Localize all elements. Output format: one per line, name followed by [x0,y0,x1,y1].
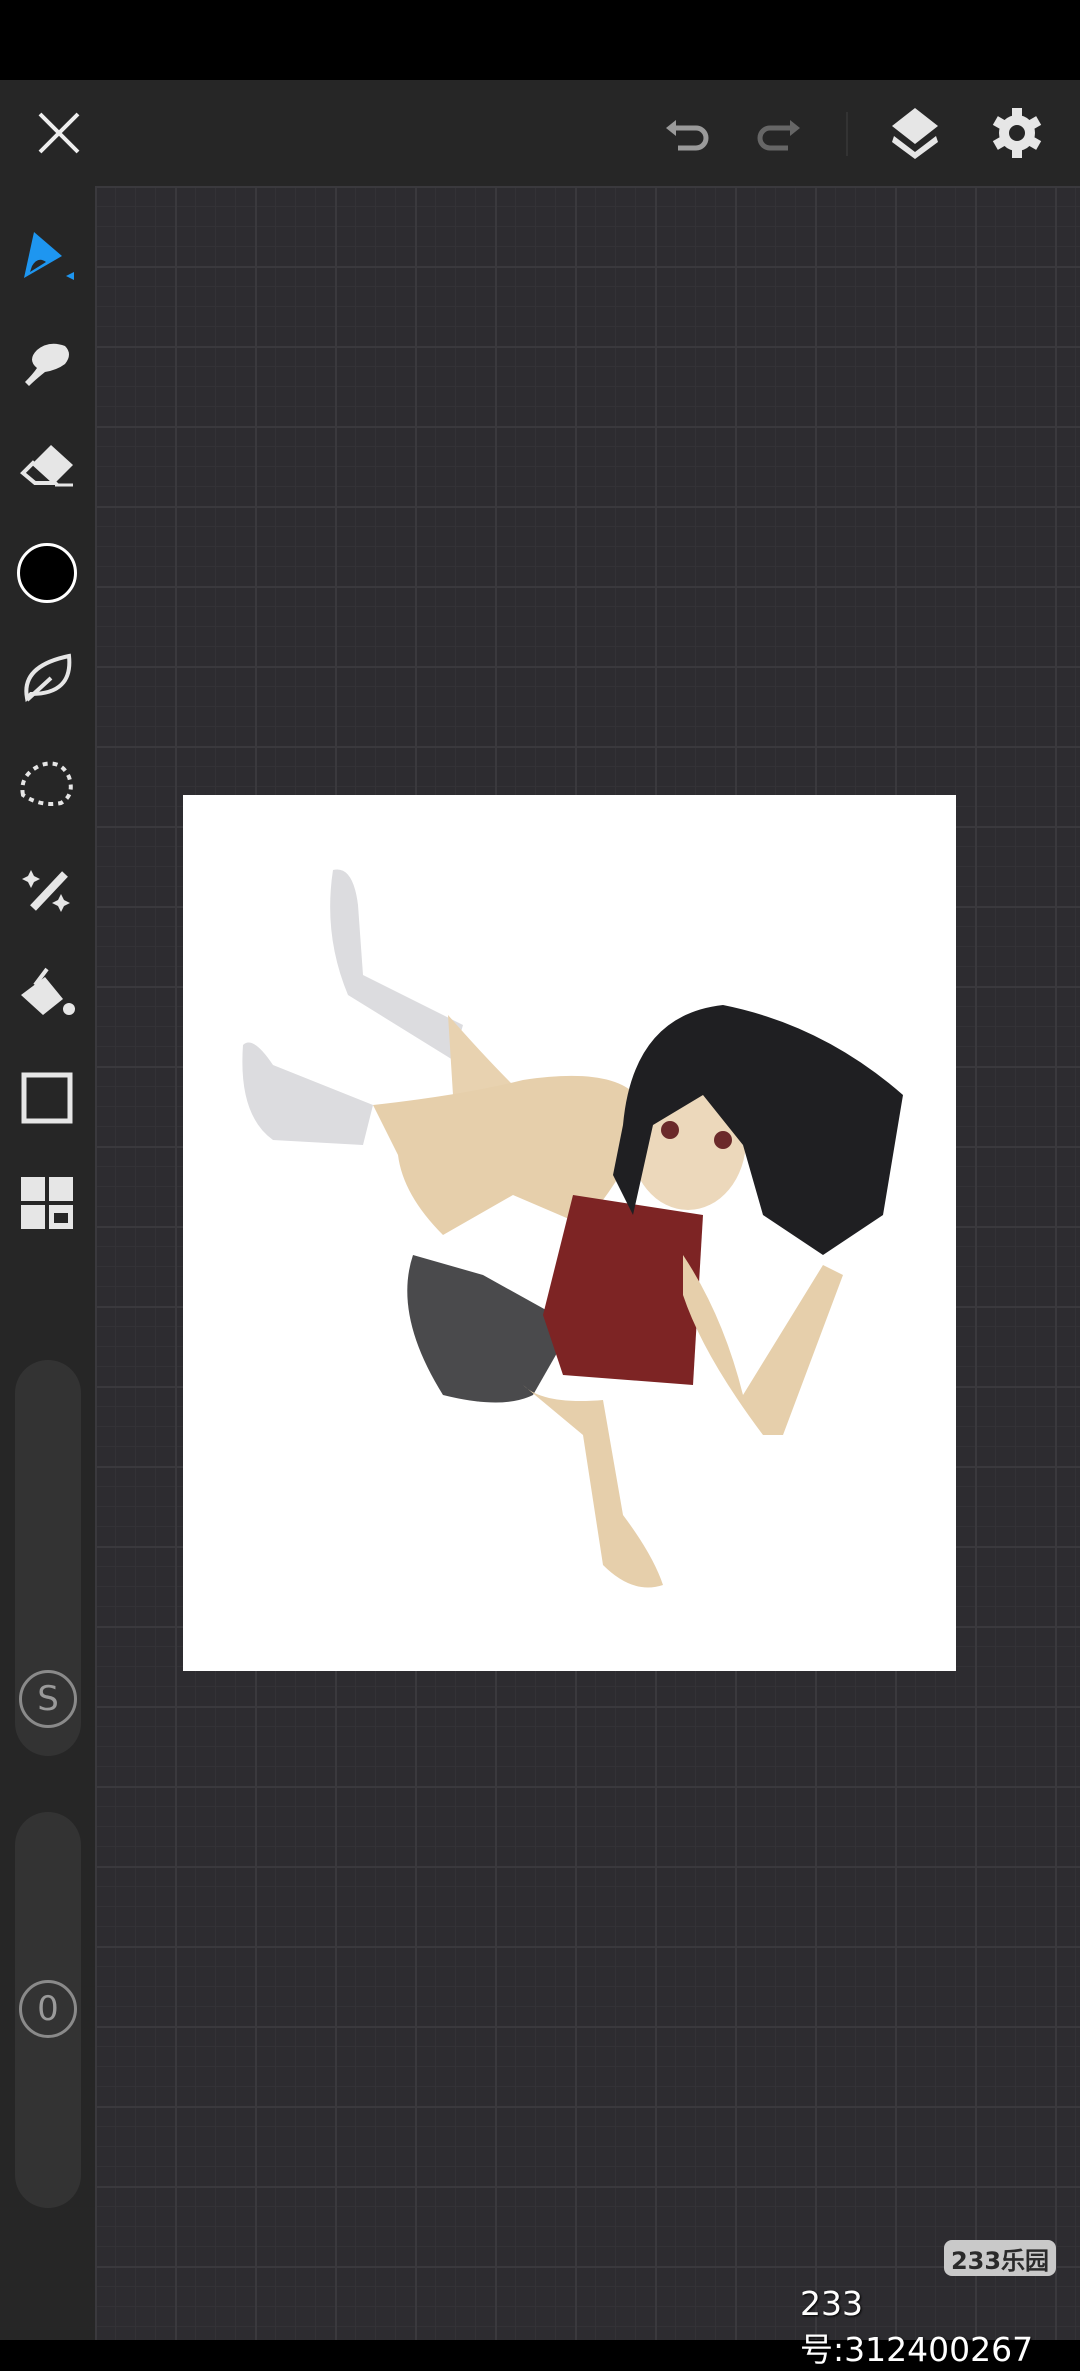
leaf-icon [24,653,72,703]
divider [846,112,848,156]
undo-icon [666,120,709,151]
color-picker-button[interactable] [12,538,82,608]
redo-button[interactable] [743,98,813,168]
paint-bucket-icon [21,967,75,1015]
gear-icon [992,108,1042,158]
settings-button[interactable] [982,98,1052,168]
brush-icon [24,232,74,280]
smudge-tool[interactable] [12,327,82,397]
watermark-badge: 233乐园 [944,2240,1056,2276]
close-icon [38,112,80,154]
magic-wand-tool[interactable] [12,853,82,923]
redo-icon [757,120,800,151]
panels-tool[interactable] [12,1168,82,1238]
current-color-swatch [17,543,77,603]
brush-size-slider[interactable]: S [15,1360,81,1756]
layers-button[interactable] [880,98,950,168]
brush-tool[interactable] [12,222,82,292]
close-button[interactable] [24,98,94,168]
shape-tool[interactable] [12,1063,82,1133]
top-toolbar [0,80,1080,186]
opacity-slider[interactable]: 0 [15,1812,81,2208]
paint-bucket-tool[interactable] [12,958,82,1028]
leaf-brush-tool[interactable] [12,643,82,713]
undo-button[interactable] [653,98,723,168]
rectangle-icon [21,1072,73,1124]
tool-sidebar: S 0 [0,186,95,2340]
lasso-icon [20,761,73,806]
watermark-id: 233号:312400267 [800,2284,1034,2369]
eraser-icon [20,445,73,487]
artwork-illustration [242,869,903,1588]
opacity-slider-knob[interactable]: 0 [19,1980,77,2038]
grid-panels-icon [21,1177,73,1229]
lasso-select-tool[interactable] [12,748,82,818]
eraser-tool[interactable] [12,432,82,502]
smudge-icon [25,343,69,386]
drawing-canvas[interactable] [183,795,956,1671]
magic-wand-icon [22,870,70,912]
size-slider-knob[interactable]: S [19,1670,77,1728]
status-bar [0,0,1080,80]
layers-icon [892,108,938,159]
